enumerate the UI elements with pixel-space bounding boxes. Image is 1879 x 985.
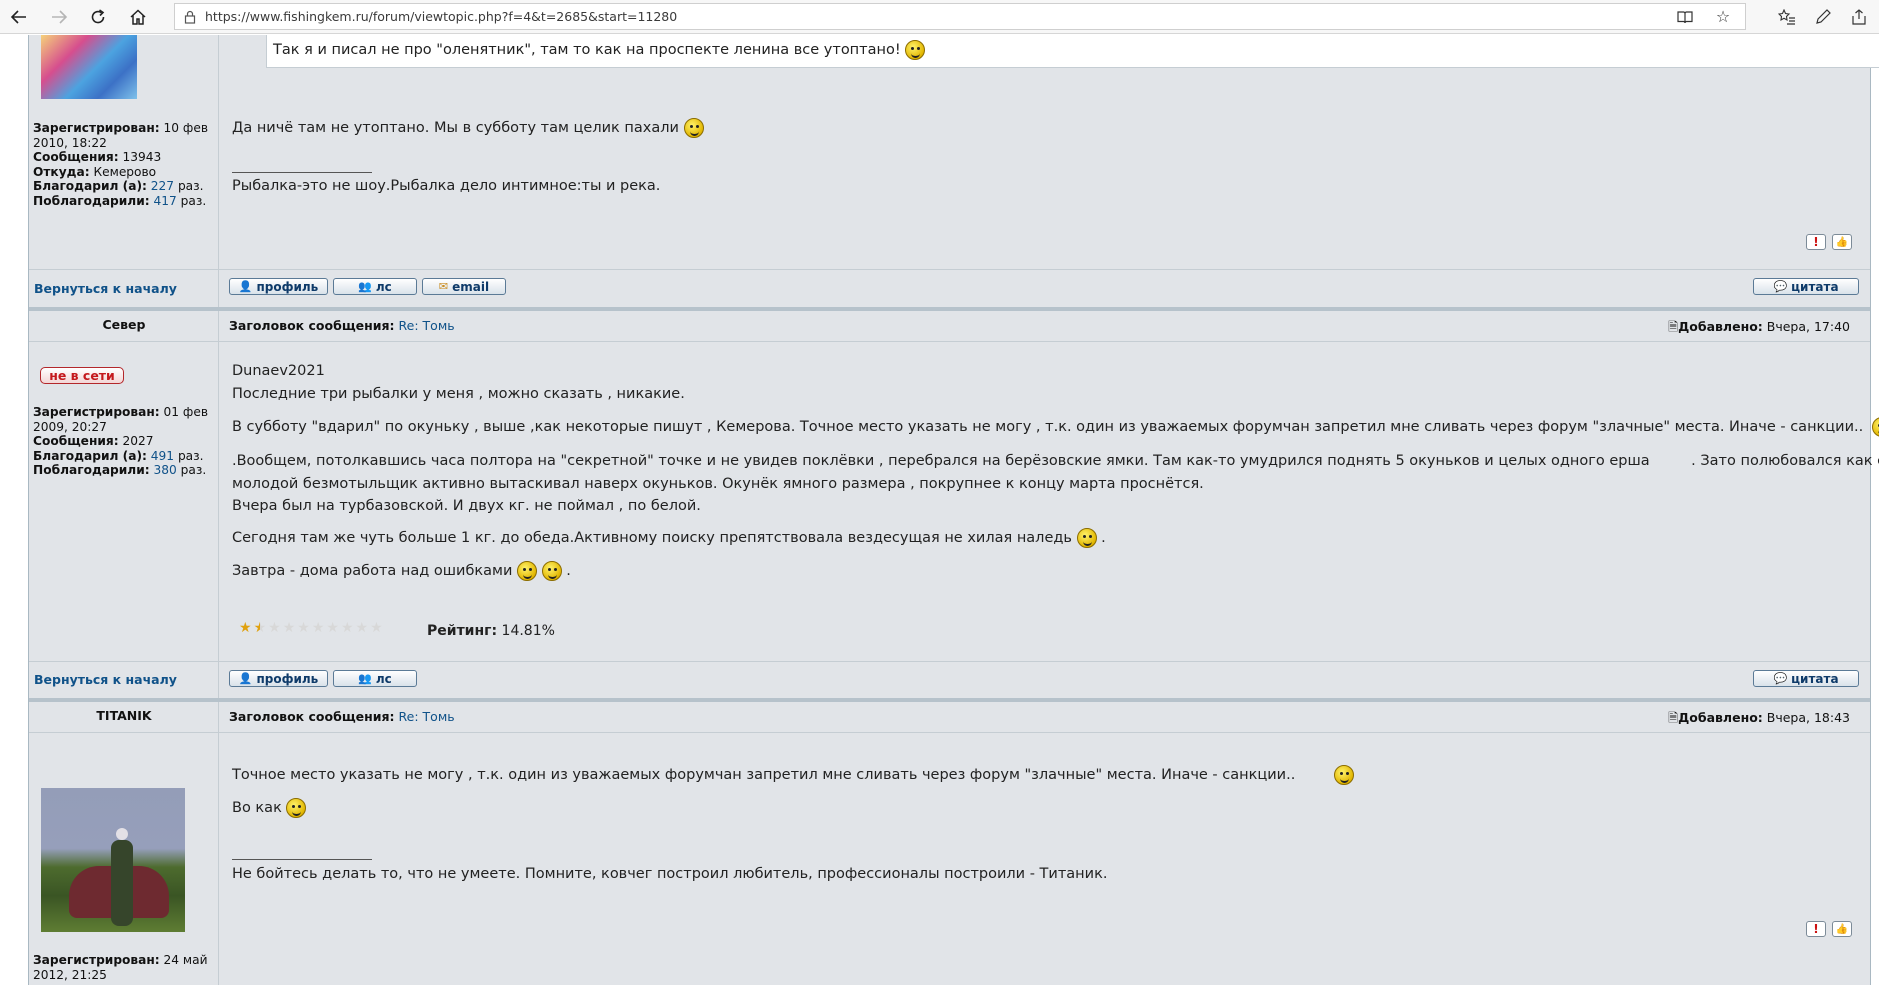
post-icon: 🗎	[1668, 319, 1679, 334]
reading-view-icon[interactable]	[1671, 3, 1699, 31]
thanks-count-link[interactable]: 417	[154, 194, 177, 208]
post-line: Вчера был на турбазовской. И двух кг. не…	[232, 498, 701, 514]
lock-icon[interactable]	[175, 10, 205, 24]
avatar-person	[111, 828, 133, 926]
rating-star[interactable]: ★	[341, 620, 354, 636]
post-header: TITANIK Заголовок сообщения: Re: Томь 🗎Д…	[29, 702, 1870, 730]
avatar	[41, 788, 185, 932]
rating-star[interactable]: ★	[283, 620, 296, 636]
quote-text: Так я и писал не про "оленятник", там то…	[273, 40, 926, 60]
thanked-count-link[interactable]: 491	[151, 449, 174, 463]
quote-button[interactable]: 💬 цитата	[1753, 278, 1859, 295]
subject-link[interactable]: Re: Томь	[399, 709, 455, 724]
report-icon[interactable]: !	[1806, 234, 1826, 250]
back-to-top-link[interactable]: Вернуться к началу	[34, 281, 177, 296]
pm-button[interactable]: 👥 лс	[333, 278, 417, 295]
sunglasses-icon	[541, 561, 562, 581]
thumbs-up-icon[interactable]: 👍	[1832, 234, 1852, 250]
rating-star[interactable]: ★	[370, 620, 383, 636]
profile-button[interactable]: 👤 профиль	[229, 278, 328, 295]
post-line: Завтра - дома работа над ошибками .	[232, 561, 571, 581]
back-arrow-icon[interactable]	[2, 0, 36, 34]
rating-star[interactable]: ★	[297, 620, 310, 636]
post-icon: 🗎	[1668, 710, 1679, 725]
author-profile: Зарегистрирован: 10 фев 2010, 18:22 Сооб…	[33, 121, 209, 208]
url-text[interactable]: https://www.fishingkem.ru/forum/viewtopi…	[205, 9, 1671, 24]
rating-star[interactable]: ★	[254, 620, 267, 636]
favorite-star-icon[interactable]: ☆	[1709, 3, 1737, 31]
rating-star[interactable]: ★	[312, 620, 325, 636]
pen-icon[interactable]	[1809, 3, 1837, 31]
thumbs-up-icon[interactable]: 👍	[1832, 921, 1852, 937]
forward-arrow-icon[interactable]	[42, 0, 76, 34]
row-divider	[29, 269, 1870, 270]
forum-topic: Зарегистрирован: 10 фев 2010, 18:22 Сооб…	[28, 35, 1879, 985]
report-icon[interactable]: !	[1806, 921, 1826, 937]
users-icon: 👥	[358, 672, 372, 685]
profile-button[interactable]: 👤 профиль	[229, 670, 328, 687]
subject-link[interactable]: Re: Томь	[399, 318, 455, 333]
post-subject: Заголовок сообщения: Re: Томь	[229, 318, 455, 333]
user-icon: 👤	[238, 280, 253, 293]
post-line: Во как	[232, 798, 307, 819]
rating-star[interactable]: ★	[356, 620, 369, 636]
smile-icon	[517, 561, 538, 581]
status-badge: не в сети	[40, 367, 124, 384]
post-subject: Заголовок сообщения: Re: Томь	[229, 709, 455, 724]
page-content: Зарегистрирован: 10 фев 2010, 18:22 Сооб…	[0, 35, 1879, 985]
author-profile: Зарегистрирован: 24 май 2012, 21:25	[33, 953, 208, 982]
rating-star[interactable]: ★	[268, 620, 281, 636]
back-to-top-link[interactable]: Вернуться к началу	[34, 672, 177, 687]
post-line: Сегодня там же чуть больше 1 кг. до обед…	[232, 528, 1106, 548]
post-line: .Вообщем, потолкавшись часа полтора на "…	[232, 453, 1879, 469]
rating-star[interactable]: ★	[239, 620, 252, 636]
row-divider	[29, 732, 1870, 733]
browser-toolbar: https://www.fishingkem.ru/forum/viewtopi…	[0, 0, 1879, 34]
signature-text: Рыбалка-это не шоу.Рыбалка дело интимное…	[232, 178, 661, 194]
grin-icon	[683, 118, 704, 138]
pm-button[interactable]: 👥 лс	[333, 670, 417, 687]
speech-bubble-icon: 💬	[1773, 672, 1788, 685]
post-line: Dunaev2021	[232, 363, 325, 379]
refresh-icon[interactable]	[81, 0, 115, 34]
row-divider	[29, 341, 1870, 342]
rating-stars[interactable]: ★ ★ ★ ★ ★ ★ ★ ★ ★ ★	[239, 620, 383, 636]
quote-box: Так я и писал не про "оленятник", там то…	[266, 35, 1879, 68]
favorites-list-icon[interactable]	[1773, 3, 1801, 31]
email-button[interactable]: ✉ email	[422, 278, 506, 295]
post-line: Точное место указать не могу , т.к. один…	[232, 765, 1354, 786]
author-name[interactable]: Север	[29, 317, 219, 332]
address-bar[interactable]: https://www.fishingkem.ru/forum/viewtopi…	[174, 3, 1746, 30]
speech-bubble-icon: 💬	[1773, 280, 1788, 293]
surprised-icon	[286, 798, 307, 818]
sad-icon	[1076, 528, 1097, 548]
wink-icon	[1333, 765, 1354, 785]
users-icon: 👥	[358, 280, 372, 293]
rating-text: Рейтинг: 14.81%	[427, 623, 555, 639]
post-reply-text: Да ничё там не утоптано. Мы в субботу та…	[232, 118, 704, 139]
signature-divider	[232, 172, 372, 173]
envelope-icon: ✉	[438, 280, 449, 293]
author-profile: Зарегистрирован: 01 фев 2009, 20:27 Сооб…	[33, 405, 209, 478]
author-name[interactable]: TITANIK	[29, 708, 219, 723]
post-line: В субботу "вдарил" по окуньку , выше ,ка…	[232, 417, 1879, 438]
avatar	[41, 35, 137, 99]
signature-divider	[232, 859, 372, 860]
quote-button[interactable]: 💬 цитата	[1753, 670, 1859, 687]
user-icon: 👤	[238, 672, 253, 685]
smile-icon	[905, 40, 926, 60]
rating-star[interactable]: ★	[326, 620, 339, 636]
thanked-count-link[interactable]: 227	[151, 179, 174, 193]
post-date: 🗎Добавлено: Вчера, 18:43	[1668, 710, 1850, 725]
share-icon[interactable]	[1845, 3, 1873, 31]
post-date: 🗎Добавлено: Вчера, 17:40	[1668, 319, 1850, 334]
signature-text: Не бойтесь делать то, что не умеете. Пом…	[232, 866, 1108, 882]
post-line: Последние три рыбалки у меня , можно ска…	[232, 386, 685, 402]
thanks-count-link[interactable]: 380	[154, 463, 177, 477]
post-line: молодой безмотыльщик активно вытаскивал …	[232, 476, 1204, 492]
home-icon[interactable]	[121, 0, 155, 34]
row-divider	[29, 661, 1870, 662]
wink-icon	[1871, 417, 1879, 437]
post-header: Север Заголовок сообщения: Re: Томь 🗎Доб…	[29, 311, 1870, 339]
